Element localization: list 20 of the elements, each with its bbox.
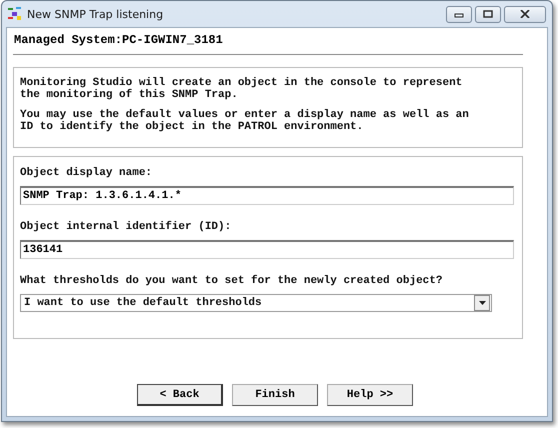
field-label: Object display name: xyxy=(20,167,154,181)
window-title: New SNMP Trap listening xyxy=(27,8,164,20)
dropdown-arrow-icon xyxy=(478,301,486,305)
maximize-icon xyxy=(483,10,493,18)
dialog-button[interactable]: Help >> xyxy=(327,384,413,406)
dialog-button[interactable]: < Back xyxy=(137,384,223,406)
info-text: You may use the default values or enter a display name as well as an ID to identify the object in the PATROL environment. xyxy=(20,109,470,133)
close-button[interactable] xyxy=(504,6,546,22)
maximize-button[interactable] xyxy=(475,6,501,22)
field-label: What thresholds do you want to set for the newly created object? xyxy=(20,275,444,289)
text-field[interactable]: 136141 xyxy=(20,240,514,259)
info-text: Monitoring Studio will create an object in the console to represent the monitoring of this SNMP Trap. xyxy=(20,77,464,101)
close-icon xyxy=(520,10,530,18)
minimize-button[interactable] xyxy=(446,6,472,22)
thresholds-dropdown[interactable]: I want to use the default thresholds xyxy=(20,294,492,312)
dialog-button[interactable]: Finish xyxy=(232,384,318,406)
text-field[interactable]: SNMP Trap: 1.3.6.1.4.1.* xyxy=(20,186,514,205)
managed-system-label: Managed System:PC-IGWIN7_3181 xyxy=(13,33,224,49)
field-label: Object internal identifier (ID): xyxy=(20,221,232,235)
app-icon xyxy=(7,6,23,22)
